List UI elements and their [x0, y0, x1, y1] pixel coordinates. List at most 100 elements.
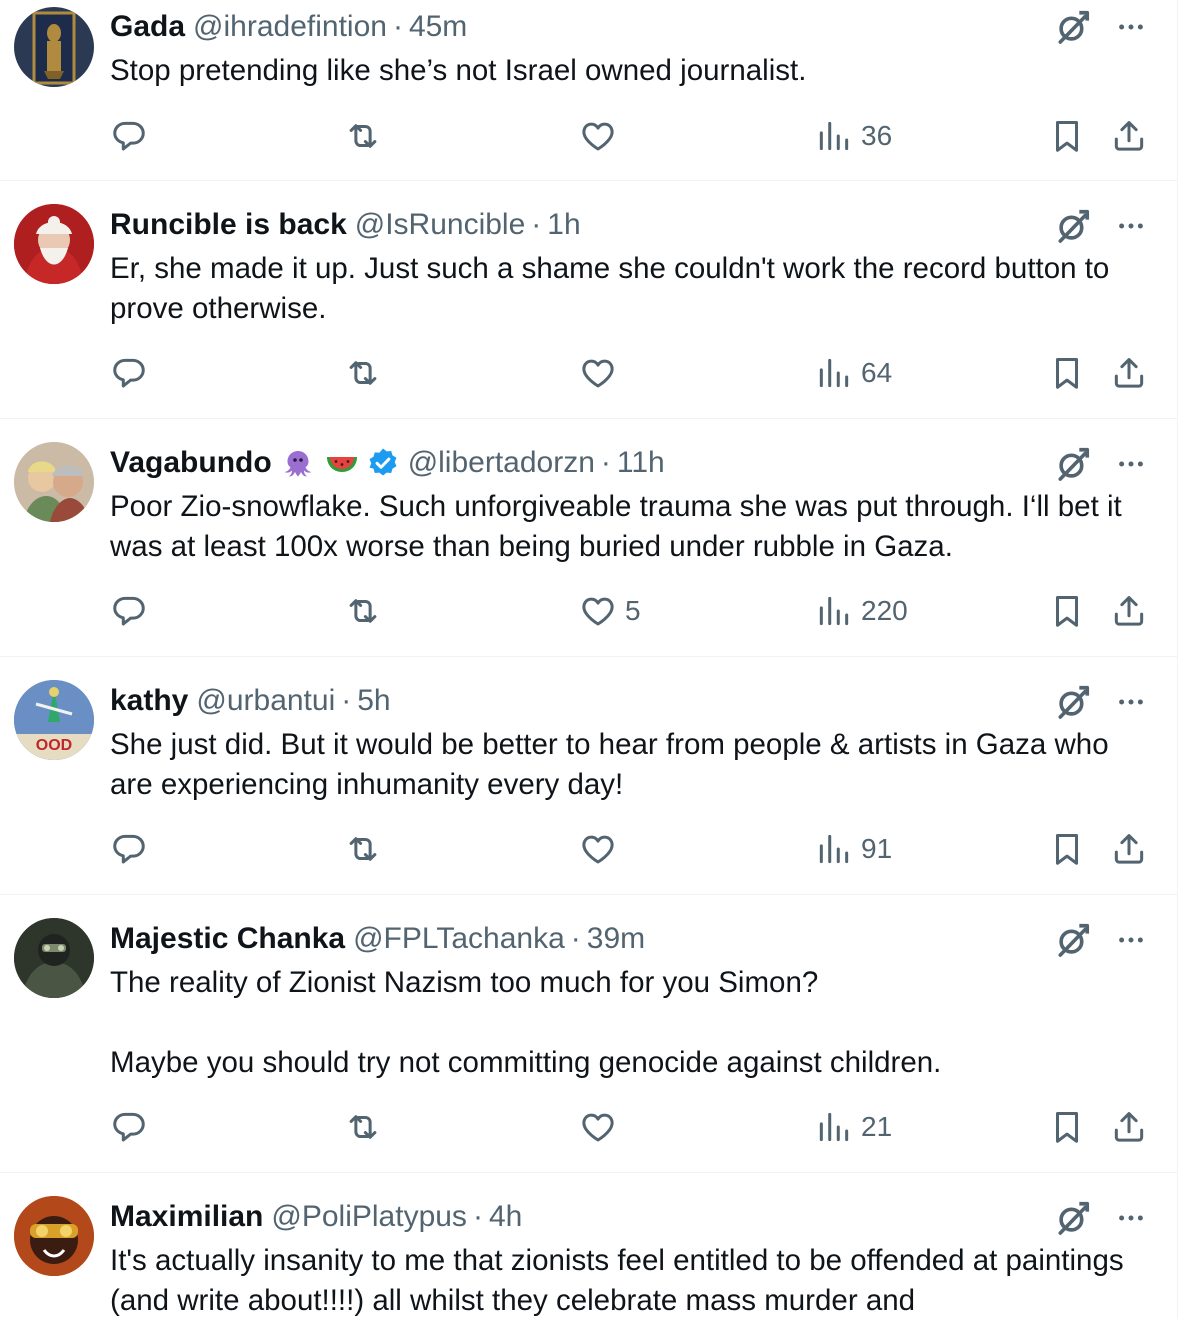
reply-icon[interactable]	[110, 1108, 148, 1146]
share-icon[interactable]	[1110, 117, 1148, 155]
views-button[interactable]: 64	[815, 353, 892, 393]
tweet[interactable]: OOD kathy @urbantui · 5h She just did. But it…	[0, 657, 1178, 895]
grok-button[interactable]	[1054, 683, 1092, 726]
more-icon[interactable]	[1116, 1203, 1146, 1233]
bookmark-button[interactable]	[1048, 353, 1086, 393]
bookmark-button[interactable]	[1048, 591, 1086, 631]
avatar[interactable]	[14, 204, 94, 284]
more-icon[interactable]	[1116, 449, 1146, 479]
like-button[interactable]	[579, 353, 625, 393]
username[interactable]: @PoliPlatypus	[271, 1200, 467, 1234]
like-button[interactable]	[579, 829, 625, 869]
share-button[interactable]	[1110, 353, 1148, 393]
retweet-button[interactable]	[344, 829, 390, 869]
more-button[interactable]	[1116, 1203, 1146, 1238]
avatar[interactable]	[14, 7, 94, 87]
avatar[interactable]	[14, 442, 94, 522]
timestamp[interactable]: 4h	[489, 1200, 522, 1234]
like-icon[interactable]	[579, 117, 617, 155]
avatar[interactable]	[14, 918, 94, 998]
views-icon[interactable]	[815, 117, 853, 155]
more-button[interactable]	[1116, 925, 1146, 960]
views-icon[interactable]	[815, 830, 853, 868]
reply-icon[interactable]	[110, 354, 148, 392]
bookmark-icon[interactable]	[1048, 1108, 1086, 1146]
tweet[interactable]: Majestic Chanka @FPLTachanka · 39m The reali…	[0, 895, 1178, 1173]
more-button[interactable]	[1116, 12, 1146, 47]
username[interactable]: @FPLTachanka	[353, 922, 565, 956]
grok-button[interactable]	[1054, 921, 1092, 964]
timestamp[interactable]: 45m	[409, 10, 467, 44]
grok-slash-icon[interactable]	[1054, 683, 1092, 721]
more-icon[interactable]	[1116, 211, 1146, 241]
more-button[interactable]	[1116, 687, 1146, 722]
reply-button[interactable]	[110, 1107, 156, 1147]
retweet-icon[interactable]	[344, 830, 382, 868]
grok-slash-icon[interactable]	[1054, 1199, 1092, 1237]
display-name[interactable]: Vagabundo	[110, 446, 272, 480]
timestamp[interactable]: 39m	[587, 922, 645, 956]
like-icon[interactable]	[579, 830, 617, 868]
share-icon[interactable]	[1110, 1108, 1148, 1146]
retweet-icon[interactable]	[344, 592, 382, 630]
timestamp[interactable]: 1h	[547, 208, 580, 242]
display-name[interactable]: Runcible is back	[110, 208, 347, 242]
grok-slash-icon[interactable]	[1054, 8, 1092, 46]
grok-button[interactable]	[1054, 445, 1092, 488]
more-icon[interactable]	[1116, 12, 1146, 42]
like-button[interactable]: 5	[579, 591, 641, 631]
more-icon[interactable]	[1116, 925, 1146, 955]
like-button[interactable]	[579, 116, 625, 156]
retweet-button[interactable]	[344, 353, 390, 393]
retweet-button[interactable]	[344, 116, 390, 156]
tweet[interactable]: Runcible is back @IsRuncible · 1h Er, she ma…	[0, 181, 1178, 419]
share-button[interactable]	[1110, 1107, 1148, 1147]
views-button[interactable]: 21	[815, 1107, 892, 1147]
reply-button[interactable]	[110, 591, 156, 631]
retweet-icon[interactable]	[344, 1108, 382, 1146]
reply-button[interactable]	[110, 116, 156, 156]
like-button[interactable]	[579, 1107, 625, 1147]
more-button[interactable]	[1116, 449, 1146, 484]
share-icon[interactable]	[1110, 592, 1148, 630]
tweet[interactable]: Maximilian @PoliPlatypus · 4h It's actually …	[0, 1173, 1178, 1333]
share-button[interactable]	[1110, 116, 1148, 156]
like-icon[interactable]	[579, 354, 617, 392]
more-icon[interactable]	[1116, 687, 1146, 717]
views-icon[interactable]	[815, 1108, 853, 1146]
display-name[interactable]: Gada	[110, 10, 185, 44]
like-icon[interactable]	[579, 1108, 617, 1146]
share-icon[interactable]	[1110, 354, 1148, 392]
grok-slash-icon[interactable]	[1054, 445, 1092, 483]
share-button[interactable]	[1110, 829, 1148, 869]
reply-icon[interactable]	[110, 592, 148, 630]
display-name[interactable]: Maximilian	[110, 1200, 263, 1234]
retweet-icon[interactable]	[344, 117, 382, 155]
views-icon[interactable]	[815, 354, 853, 392]
username[interactable]: @urbantui	[196, 684, 335, 718]
reply-icon[interactable]	[110, 830, 148, 868]
views-button[interactable]: 36	[815, 116, 892, 156]
reply-button[interactable]	[110, 829, 156, 869]
username[interactable]: @libertadorzn	[408, 446, 595, 480]
reply-icon[interactable]	[110, 117, 148, 155]
grok-button[interactable]	[1054, 8, 1092, 51]
display-name[interactable]: kathy	[110, 684, 188, 718]
bookmark-icon[interactable]	[1048, 592, 1086, 630]
timestamp[interactable]: 11h	[617, 446, 665, 480]
grok-button[interactable]	[1054, 1199, 1092, 1242]
share-icon[interactable]	[1110, 830, 1148, 868]
share-button[interactable]	[1110, 591, 1148, 631]
views-icon[interactable]	[815, 592, 853, 630]
tweet[interactable]: Vagabundo @libertadorzn · 11h Poor Zio-snowf…	[0, 419, 1178, 657]
display-name[interactable]: Majestic Chanka	[110, 922, 345, 956]
grok-slash-icon[interactable]	[1054, 207, 1092, 245]
like-icon[interactable]	[579, 592, 617, 630]
reply-button[interactable]	[110, 353, 156, 393]
username[interactable]: @IsRuncible	[355, 208, 526, 242]
tweet[interactable]: Gada @ihradefintion · 45m Stop pretending li…	[0, 0, 1178, 181]
retweet-button[interactable]	[344, 1107, 390, 1147]
timestamp[interactable]: 5h	[357, 684, 390, 718]
retweet-icon[interactable]	[344, 354, 382, 392]
bookmark-button[interactable]	[1048, 1107, 1086, 1147]
